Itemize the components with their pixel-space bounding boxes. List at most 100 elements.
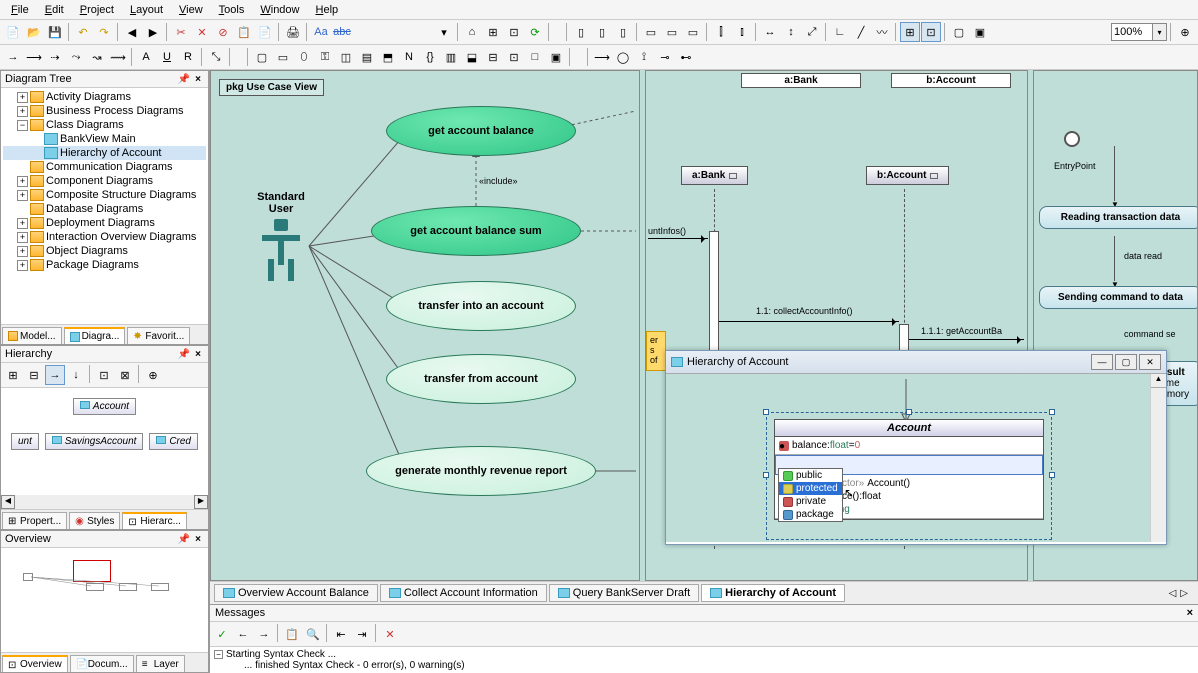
tab-diagram[interactable]: Diagra... <box>64 327 126 344</box>
tree-item[interactable]: +Interaction Overview Diagrams <box>3 230 206 244</box>
editor-tab[interactable]: Overview Account Balance <box>214 584 378 602</box>
size-icon[interactable]: ↕ <box>781 22 801 42</box>
hier-tool-icon[interactable]: ⊟ <box>24 365 44 385</box>
zoom-combo[interactable]: ▾ <box>1111 23 1167 41</box>
text-icon[interactable]: U <box>157 47 177 67</box>
rel-icon[interactable]: ⟟ <box>634 47 654 67</box>
lifeline-bank[interactable]: a:Bank <box>681 166 748 185</box>
window-scrollbar-v[interactable]: ▲ <box>1150 374 1166 542</box>
tree-item[interactable]: Hierarchy of Account <box>3 146 206 160</box>
tree-toggle-icon[interactable]: + <box>17 92 28 103</box>
tab-layer[interactable]: ≡Layer <box>136 655 185 672</box>
seq-header-bank[interactable]: a:Bank <box>741 73 861 88</box>
tree-item[interactable]: BankView Main <box>3 132 206 146</box>
copy-icon[interactable]: 📋 <box>234 22 254 42</box>
refresh-icon[interactable]: ⟳ <box>525 22 545 42</box>
hier-tool-icon[interactable]: ↓ <box>66 365 86 385</box>
save-icon[interactable]: 💾 <box>45 22 65 42</box>
hier-child[interactable]: unt <box>11 433 39 450</box>
open-icon[interactable]: 📂 <box>24 22 44 42</box>
hier-tool-icon[interactable]: ⊡ <box>94 365 114 385</box>
tool-icon[interactable]: ⊡ <box>504 22 524 42</box>
maximize-icon[interactable]: ▢ <box>1115 354 1137 370</box>
find-icon[interactable]: Aa <box>311 22 331 42</box>
tree-item[interactable]: +Business Process Diagrams <box>3 104 206 118</box>
tab-favorites[interactable]: ✸Favorit... <box>127 327 190 344</box>
tab-next-icon[interactable]: ▷ <box>1180 588 1188 599</box>
align-icon[interactable]: ▯ <box>592 22 612 42</box>
tree-toggle-icon[interactable]: + <box>17 218 28 229</box>
tab-styles[interactable]: ◉Styles <box>69 512 120 529</box>
selection-handle[interactable] <box>1049 472 1055 478</box>
undo-icon[interactable]: ↶ <box>73 22 93 42</box>
next-icon[interactable]: ▶ <box>143 22 163 42</box>
scrollbar[interactable]: ◀ ▶ <box>1 495 208 509</box>
hier-root[interactable]: Account <box>73 398 136 415</box>
shape-icon[interactable]: ◫ <box>336 47 356 67</box>
menu-edit[interactable]: Edit <box>37 2 72 18</box>
text-icon[interactable]: A <box>136 47 156 67</box>
usecase-transfer-from[interactable]: transfer from account <box>386 354 576 404</box>
usecase-diagram[interactable]: pkg Use Case View Standard User <box>210 70 640 581</box>
key-icon[interactable]: ⚿ <box>315 47 335 67</box>
menu-project[interactable]: Project <box>72 2 122 18</box>
visibility-option-protected[interactable]: protected <box>779 482 842 495</box>
shape-icon[interactable]: ⊡ <box>504 47 524 67</box>
actor-standard-user[interactable]: Standard User <box>256 191 306 287</box>
state-sending[interactable]: Sending command to data <box>1039 286 1198 309</box>
tree-item[interactable]: +Deployment Diagrams <box>3 216 206 230</box>
menu-help[interactable]: Help <box>308 2 347 18</box>
tool-icon[interactable]: ⌂ <box>462 22 482 42</box>
align-icon[interactable]: ▯ <box>613 22 633 42</box>
tree-toggle-icon[interactable]: − <box>17 120 28 131</box>
replace-icon[interactable]: abc <box>332 22 352 42</box>
align-icon[interactable]: ▭ <box>683 22 703 42</box>
overview-viewport[interactable] <box>73 560 111 582</box>
msg-tool-icon[interactable]: ✕ <box>380 624 400 644</box>
shape-icon[interactable]: {} <box>420 47 440 67</box>
class-attribute[interactable]: ● balance:float=0 <box>779 439 1039 452</box>
shape-icon[interactable]: ⬓ <box>462 47 482 67</box>
tree-toggle-icon[interactable]: + <box>17 260 28 271</box>
lifeline-account[interactable]: b:Account <box>866 166 949 185</box>
hier-tool-icon[interactable]: ⊞ <box>3 365 23 385</box>
visibility-option-private[interactable]: private <box>779 495 842 508</box>
tab-overview[interactable]: ⊡Overview <box>2 655 68 672</box>
close-window-icon[interactable]: ✕ <box>1139 354 1161 370</box>
usecase-get-balance-sum[interactable]: get account balance sum <box>371 206 581 256</box>
tree-item[interactable]: Database Diagrams <box>3 202 206 216</box>
grid-icon[interactable]: ⊞ <box>900 22 920 42</box>
rel-icon[interactable]: ◯ <box>613 47 633 67</box>
pin-icon[interactable]: 📌 <box>178 348 190 360</box>
line-icon[interactable]: ∟ <box>830 22 850 42</box>
tree-item[interactable]: +Composite Structure Diagrams <box>3 188 206 202</box>
redo-icon[interactable]: ↷ <box>94 22 114 42</box>
sequence-note[interactable]: er s of <box>646 331 666 371</box>
tab-document[interactable]: 📄Docum... <box>70 655 134 672</box>
rel-icon[interactable]: ⟶ <box>592 47 612 67</box>
line-icon[interactable]: ╱ <box>851 22 871 42</box>
close-icon[interactable]: × <box>192 348 204 360</box>
tool-icon[interactable]: ⊞ <box>483 22 503 42</box>
menu-window[interactable]: Window <box>252 2 307 18</box>
view-icon[interactable]: ▣ <box>970 22 990 42</box>
tree-toggle-icon[interactable]: + <box>17 190 28 201</box>
align-icon[interactable]: ▭ <box>662 22 682 42</box>
menu-tools[interactable]: Tools <box>211 2 253 18</box>
hier-child[interactable]: SavingsAccount <box>45 433 144 450</box>
visibility-option-public[interactable]: public <box>779 469 842 482</box>
tree-item[interactable]: +Package Diagrams <box>3 258 206 272</box>
tree-toggle-icon[interactable]: + <box>17 176 28 187</box>
hier-child[interactable]: Cred <box>149 433 198 450</box>
window-titlebar[interactable]: Hierarchy of Account — ▢ ✕ <box>666 351 1166 374</box>
tab-model[interactable]: Model... <box>2 327 62 344</box>
shape-icon[interactable]: ▣ <box>546 47 566 67</box>
view-icon[interactable]: ▢ <box>949 22 969 42</box>
expand-icon[interactable]: ⤡ <box>206 47 226 67</box>
usecase-get-balance[interactable]: get account balance <box>386 106 576 156</box>
minimize-icon[interactable]: — <box>1091 354 1113 370</box>
tree-item[interactable]: +Object Diagrams <box>3 244 206 258</box>
window-canvas[interactable]: Account ● balance:float=0 ctor» «constru… <box>666 374 1166 542</box>
shape-icon[interactable]: ▢ <box>252 47 272 67</box>
close-icon[interactable]: × <box>1187 607 1193 619</box>
